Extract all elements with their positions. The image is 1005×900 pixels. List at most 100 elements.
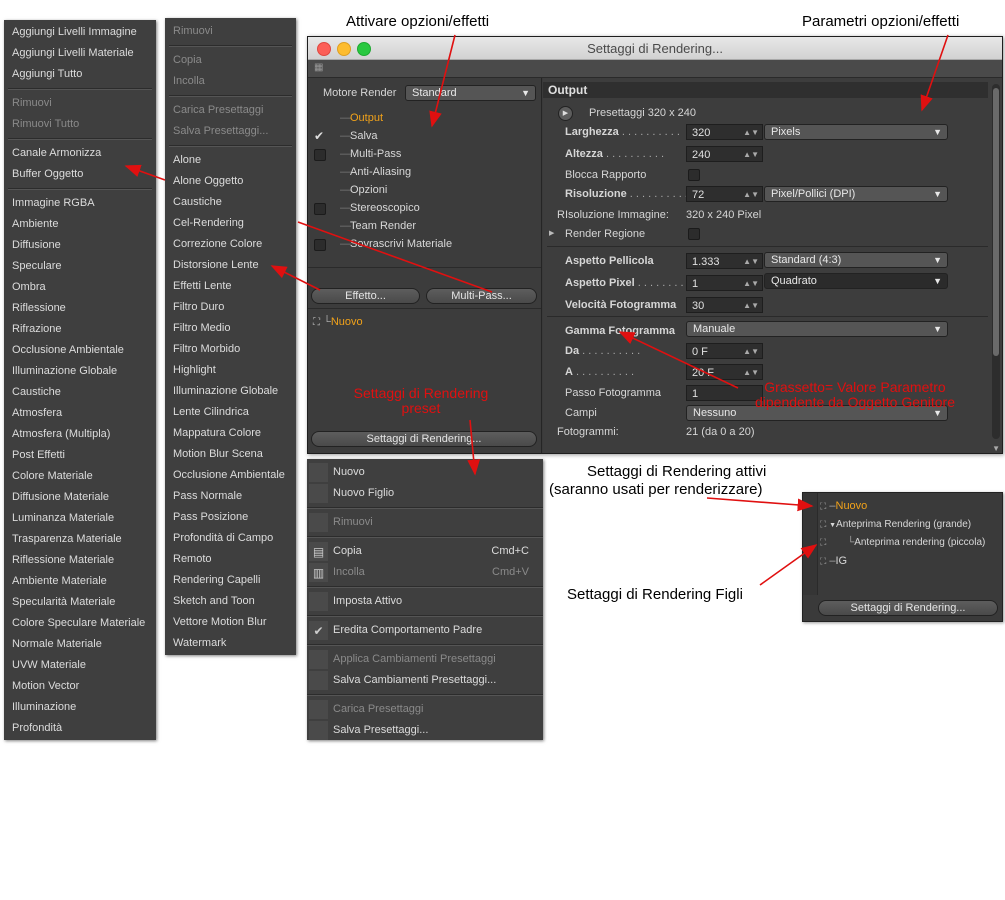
effect-item-vettore-motion-blur[interactable]: Vettore Motion Blur — [165, 612, 296, 633]
stepper-icon[interactable]: ▲▼ — [743, 147, 759, 163]
option-row-anti-aliasing[interactable]: — Anti-Aliasing — [308, 163, 541, 181]
menu-item-immagine-rgba[interactable]: Immagine RGBA — [4, 193, 156, 214]
menu-item-normale-materiale[interactable]: Normale Materiale — [4, 634, 156, 655]
children-render-settings-button[interactable]: Settaggi di Rendering... — [818, 600, 998, 616]
pixel-aspect-select[interactable]: Quadrato ▼ — [764, 273, 948, 289]
menu-item-aggiungi-tutto[interactable]: Aggiungi Tutto — [4, 64, 156, 85]
effect-item-alone[interactable]: Alone — [165, 150, 296, 171]
effect-item-pass-posizione[interactable]: Pass Posizione — [165, 507, 296, 528]
render-region-checkbox[interactable] — [688, 228, 700, 240]
menu-item-post-effetti[interactable]: Post Effetti — [4, 445, 156, 466]
menu-item-illuminazione[interactable]: Illuminazione — [4, 697, 156, 718]
unit-select[interactable]: Pixels ▼ — [764, 124, 948, 140]
effect-item-rendering-capelli[interactable]: Rendering Capelli — [165, 570, 296, 591]
pixel-aspect-field[interactable]: 1 ▲▼ — [686, 275, 763, 291]
option-checkbox[interactable] — [314, 239, 326, 251]
multipass-button[interactable]: Multi-Pass... — [426, 288, 537, 304]
stepper-icon[interactable]: ▲▼ — [743, 298, 759, 314]
effect-item-illuminazione-globale[interactable]: Illuminazione Globale — [165, 381, 296, 402]
scrollbar[interactable] — [992, 84, 1000, 439]
menu-item-rifrazione[interactable]: Rifrazione — [4, 319, 156, 340]
child-item-preview-small[interactable]: ⛶ └Anteprima rendering (piccola) — [820, 537, 985, 548]
effect-item-lente-cilindrica[interactable]: Lente Cilindrica — [165, 402, 296, 423]
option-row-team-render[interactable]: — Team Render — [308, 217, 541, 235]
menu-item-canale-armonizza[interactable]: Canale Armonizza — [4, 143, 156, 164]
option-row-stereoscopico[interactable]: — Stereoscopico — [308, 199, 541, 217]
option-row-sovrascrivi-materiale[interactable]: — Sovrascrivi Materiale — [308, 235, 541, 253]
menu-item-diffusione-materiale[interactable]: Diffusione Materiale — [4, 487, 156, 508]
menu-item-aggiungi-livelli-immagine[interactable]: Aggiungi Livelli Immagine — [4, 22, 156, 43]
menu-item-luminanza-materiale[interactable]: Luminanza Materiale — [4, 508, 156, 529]
option-checkbox[interactable]: ✔ — [314, 130, 324, 142]
option-row-output[interactable]: — Output — [308, 109, 541, 127]
effect-item-alone-oggetto[interactable]: Alone Oggetto — [165, 171, 296, 192]
child-item-ig[interactable]: ⛶ –IG — [820, 555, 847, 567]
effect-item-correzione-colore[interactable]: Correzione Colore — [165, 234, 296, 255]
frame-rate-field[interactable]: 30 ▲▼ — [686, 297, 763, 313]
stepper-icon[interactable]: ▲▼ — [743, 365, 759, 381]
effect-item-sketch-and-toon[interactable]: Sketch and Toon — [165, 591, 296, 612]
height-field[interactable]: 240 ▲▼ — [686, 146, 763, 162]
preset-item-nuovo[interactable]: ⛶ └Nuovo — [313, 316, 363, 328]
effect-item-caustiche[interactable]: Caustiche — [165, 192, 296, 213]
menu-item-trasparenza-materiale[interactable]: Trasparenza Materiale — [4, 529, 156, 550]
render-settings-button[interactable]: Settaggi di Rendering... — [311, 431, 537, 447]
lock-ratio-checkbox[interactable] — [688, 169, 700, 181]
option-checkbox[interactable] — [314, 149, 326, 161]
context-item-nuovo-figlio[interactable]: Nuovo Figlio — [307, 483, 543, 504]
menu-item-ombra[interactable]: Ombra — [4, 277, 156, 298]
from-field[interactable]: 0 F ▲▼ — [686, 343, 763, 359]
stepper-icon[interactable]: ▲▼ — [743, 344, 759, 360]
scroll-down-arrow-icon[interactable]: ▼ — [992, 444, 1000, 453]
film-aspect-field[interactable]: 1.333 ▲▼ — [686, 253, 763, 269]
menu-item-aggiungi-livelli-materiale[interactable]: Aggiungi Livelli Materiale — [4, 43, 156, 64]
context-item-imposta-attivo[interactable]: Imposta Attivo — [307, 591, 543, 612]
menu-item-occlusione-ambientale[interactable]: Occlusione Ambientale — [4, 340, 156, 361]
scrollbar-thumb[interactable] — [993, 88, 999, 356]
effect-item-highlight[interactable]: Highlight — [165, 360, 296, 381]
menu-item-specularita-materiale[interactable]: Specularità Materiale — [4, 592, 156, 613]
menu-item-atmosfera-multipla[interactable]: Atmosfera (Multipla) — [4, 424, 156, 445]
child-item-nuovo[interactable]: ⛶ –Nuovo — [820, 500, 867, 512]
menu-item-illuminazione-globale[interactable]: Illuminazione Globale — [4, 361, 156, 382]
resolution-unit-select[interactable]: Pixel/Pollici (DPI) ▼ — [764, 186, 948, 202]
width-field[interactable]: 320 ▲▼ — [686, 124, 763, 140]
menu-item-colore-speculare-materiale[interactable]: Colore Speculare Materiale — [4, 613, 156, 634]
option-row-salva[interactable]: ✔ — Salva — [308, 127, 541, 145]
menu-item-profondita[interactable]: Profondità — [4, 718, 156, 739]
to-field[interactable]: 20 F ▲▼ — [686, 364, 763, 380]
stepper-icon[interactable]: ▲▼ — [743, 276, 759, 292]
child-item-preview-large[interactable]: ⛶ ▼Anteprima Rendering (grande) — [820, 519, 971, 530]
context-item-salva-cambiamenti-presettaggi[interactable]: Salva Cambiamenti Presettaggi... — [307, 670, 543, 691]
effect-item-watermark[interactable]: Watermark — [165, 633, 296, 654]
effect-item-effetti-lente[interactable]: Effetti Lente — [165, 276, 296, 297]
menu-item-riflessione[interactable]: Riflessione — [4, 298, 156, 319]
effect-item-filtro-medio[interactable]: Filtro Medio — [165, 318, 296, 339]
menu-item-diffusione[interactable]: Diffusione — [4, 235, 156, 256]
menu-item-riflessione-materiale[interactable]: Riflessione Materiale — [4, 550, 156, 571]
effect-item-cel-rendering[interactable]: Cel-Rendering — [165, 213, 296, 234]
context-item-nuovo[interactable]: Nuovo — [307, 462, 543, 483]
effect-item-occlusione-ambientale[interactable]: Occlusione Ambientale — [165, 465, 296, 486]
option-row-multi-pass[interactable]: — Multi-Pass — [308, 145, 541, 163]
stepper-icon[interactable]: ▲▼ — [743, 187, 759, 203]
expand-arrow-icon[interactable]: ▶ — [549, 229, 554, 237]
renderer-select[interactable]: Standard ▼ — [405, 85, 536, 101]
effect-item-profondita-di-campo[interactable]: Profondità di Campo — [165, 528, 296, 549]
effect-button[interactable]: Effetto... — [311, 288, 420, 304]
frame-range-select[interactable]: Manuale ▼ — [686, 321, 948, 337]
effect-item-remoto[interactable]: Remoto — [165, 549, 296, 570]
stepper-icon[interactable]: ▲▼ — [743, 254, 759, 270]
menu-item-ambiente[interactable]: Ambiente — [4, 214, 156, 235]
film-aspect-select[interactable]: Standard (4:3) ▼ — [764, 252, 948, 268]
menu-item-buffer-oggetto[interactable]: Buffer Oggetto — [4, 164, 156, 185]
preset-button[interactable]: ▶ — [558, 106, 573, 121]
menu-item-caustiche[interactable]: Caustiche — [4, 382, 156, 403]
menu-item-atmosfera[interactable]: Atmosfera — [4, 403, 156, 424]
menu-item-motion-vector[interactable]: Motion Vector — [4, 676, 156, 697]
effect-item-filtro-morbido[interactable]: Filtro Morbido — [165, 339, 296, 360]
menu-item-ambiente-materiale[interactable]: Ambiente Materiale — [4, 571, 156, 592]
grip-icon[interactable]: ▦ — [314, 62, 324, 73]
effect-item-mappatura-colore[interactable]: Mappatura Colore — [165, 423, 296, 444]
menu-item-speculare[interactable]: Speculare — [4, 256, 156, 277]
